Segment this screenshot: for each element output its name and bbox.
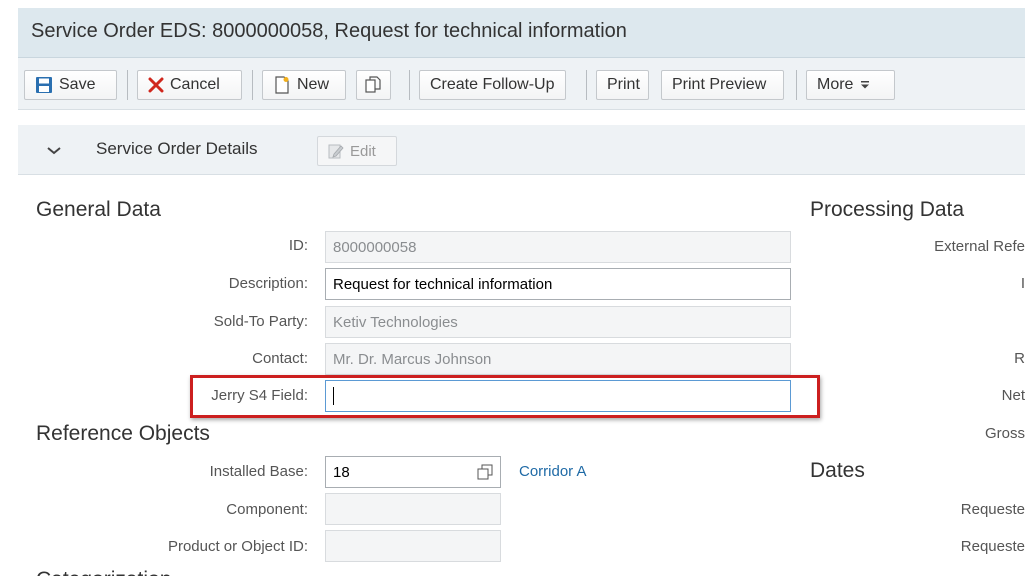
toolbar-separator — [409, 70, 410, 100]
processing-label-2: I — [1020, 275, 1025, 292]
edit-icon — [328, 143, 344, 159]
general-data-title: General Data — [36, 198, 161, 221]
value-help-icon[interactable] — [477, 464, 493, 480]
gross-label: Gross — [984, 425, 1025, 442]
toolbar-separator — [127, 70, 128, 100]
title-bar: Service Order EDS: 8000000058, Request f… — [18, 8, 1025, 58]
section-title: Service Order Details — [96, 139, 258, 158]
left-gutter — [0, 0, 18, 576]
installed-base-label: Installed Base: — [209, 463, 308, 480]
save-button[interactable]: Save — [24, 70, 117, 100]
page-title: Service Order EDS: 8000000058, Request f… — [31, 20, 627, 42]
cancel-label: Cancel — [170, 76, 220, 93]
contact-label: Contact: — [252, 350, 308, 367]
jerry-s4-field-input[interactable] — [325, 380, 791, 412]
jerry-s4-field-label: Jerry S4 Field: — [211, 387, 308, 404]
installed-base-input[interactable]: 18 — [325, 456, 501, 488]
processing-label-3: R — [1014, 350, 1025, 367]
text-cursor — [333, 387, 334, 405]
form-content: General Data ID: 8000000058 Description:… — [18, 176, 1025, 576]
edit-label: Edit — [350, 142, 376, 160]
close-icon — [148, 77, 164, 93]
print-preview-button[interactable]: Print Preview — [661, 70, 784, 100]
external-reference-label: External Refe — [934, 238, 1025, 255]
save-label: Save — [59, 76, 96, 93]
more-label: More — [817, 76, 854, 93]
installed-base-value: 18 — [333, 463, 350, 481]
requested-start-label: Requeste — [960, 501, 1025, 518]
cancel-button[interactable]: Cancel — [137, 70, 242, 100]
contact-field: Mr. Dr. Marcus Johnson — [325, 343, 791, 375]
toolbar: Save Cancel New Create Follow-Up Print P… — [18, 58, 1025, 110]
new-button[interactable]: New — [262, 70, 346, 100]
section-header: Service Order Details Edit — [18, 125, 1025, 175]
dates-title: Dates — [810, 459, 865, 482]
edit-button[interactable]: Edit — [317, 136, 397, 166]
description-label: Description: — [228, 275, 308, 292]
component-label: Component: — [226, 501, 308, 518]
toolbar-separator — [796, 70, 797, 100]
chevron-down-icon[interactable] — [46, 142, 62, 158]
new-document-icon — [273, 76, 291, 94]
net-label: Net — [1001, 387, 1025, 404]
print-button[interactable]: Print — [596, 70, 649, 100]
id-label: ID: — [288, 237, 308, 254]
top-edge — [0, 0, 1025, 8]
new-label: New — [297, 76, 330, 93]
categorization-title: Categorization — [36, 568, 171, 576]
reference-objects-title: Reference Objects — [36, 422, 210, 445]
create-follow-up-button[interactable]: Create Follow-Up — [419, 70, 566, 100]
id-field: 8000000058 — [325, 231, 791, 263]
product-or-object-id-field — [325, 530, 501, 562]
product-or-object-id-label: Product or Object ID: — [167, 538, 308, 555]
description-input[interactable]: Request for technical information — [325, 268, 791, 300]
sold-to-party-label: Sold-To Party: — [213, 313, 308, 330]
more-button[interactable]: More — [806, 70, 895, 100]
component-field — [325, 493, 501, 525]
processing-data-title: Processing Data — [810, 198, 965, 221]
dropdown-arrow-icon — [859, 80, 871, 90]
toolbar-separator — [586, 70, 587, 100]
floppy-disk-icon — [35, 76, 53, 94]
corridor-a-link[interactable]: Corridor A — [519, 463, 587, 480]
toolbar-separator — [252, 70, 253, 100]
copy-button[interactable] — [356, 70, 391, 100]
requested-end-label: Requeste — [960, 538, 1025, 555]
sold-to-party-field: Ketiv Technologies — [325, 306, 791, 338]
copy-icon — [365, 76, 381, 94]
